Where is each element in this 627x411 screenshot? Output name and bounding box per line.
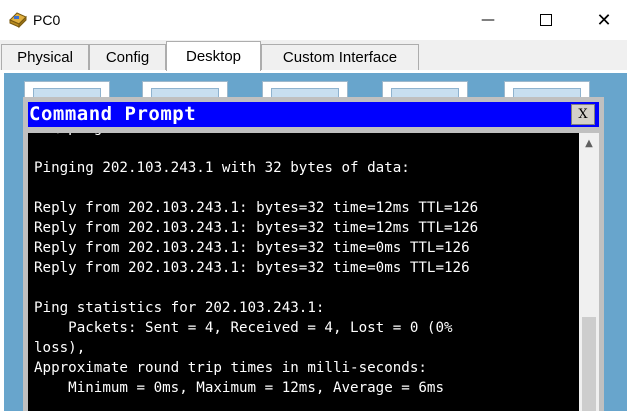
console-line: Ping statistics for 202.103.243.1: [34,300,325,316]
console-line: Packets: Sent = 4, Received = 4, Lost = … [34,320,453,336]
maximize-icon [540,14,552,26]
console-lines: C:\>ping 202.103.243.1 Pinging 202.103.2… [34,133,478,398]
console-line: Reply from 202.103.243.1: bytes=32 time=… [34,240,470,256]
maximize-button[interactable] [523,0,569,40]
tab-config[interactable]: Config [89,44,166,70]
tab-physical[interactable]: Physical [1,44,89,70]
window-title: PC0 [33,12,61,28]
console-output[interactable]: C:\>ping 202.103.243.1 Pinging 202.103.2… [28,133,579,411]
minimize-button[interactable]: — [465,0,511,40]
console-line: Reply from 202.103.243.1: bytes=32 time=… [34,200,479,216]
tab-desktop[interactable]: Desktop [166,41,261,71]
command-prompt-window: Command Prompt X C:\>ping 202.103.243.1 … [23,97,604,411]
console-line: Reply from 202.103.243.1: bytes=32 time=… [34,260,470,276]
console-scrollbar[interactable]: ▲ [579,133,599,411]
scroll-thumb[interactable] [582,317,596,411]
console-line: Reply from 202.103.243.1: bytes=32 time=… [34,220,479,236]
command-prompt-close-button[interactable]: X [571,104,595,125]
console-line: loss), [34,340,86,356]
pc-app-icon [8,11,28,29]
command-prompt-title: Command Prompt [29,103,197,125]
close-icon: ✕ [596,9,612,31]
console-line: Approximate round trip times in milli-se… [34,360,427,376]
console-line: Pinging 202.103.243.1 with 32 bytes of d… [34,160,410,176]
console-line: Minimum = 0ms, Maximum = 12ms, Average =… [34,380,444,396]
command-prompt-title-bar: Command Prompt X [28,102,599,127]
tab-custom-interface[interactable]: Custom Interface [261,44,419,70]
minimize-icon: — [481,12,495,28]
scroll-up-icon[interactable]: ▲ [579,133,599,153]
tab-strip: Physical Config Desktop Custom Interface [0,40,627,71]
close-button[interactable]: ✕ [581,0,627,40]
window-title-bar: PC0 — ✕ [0,0,627,40]
